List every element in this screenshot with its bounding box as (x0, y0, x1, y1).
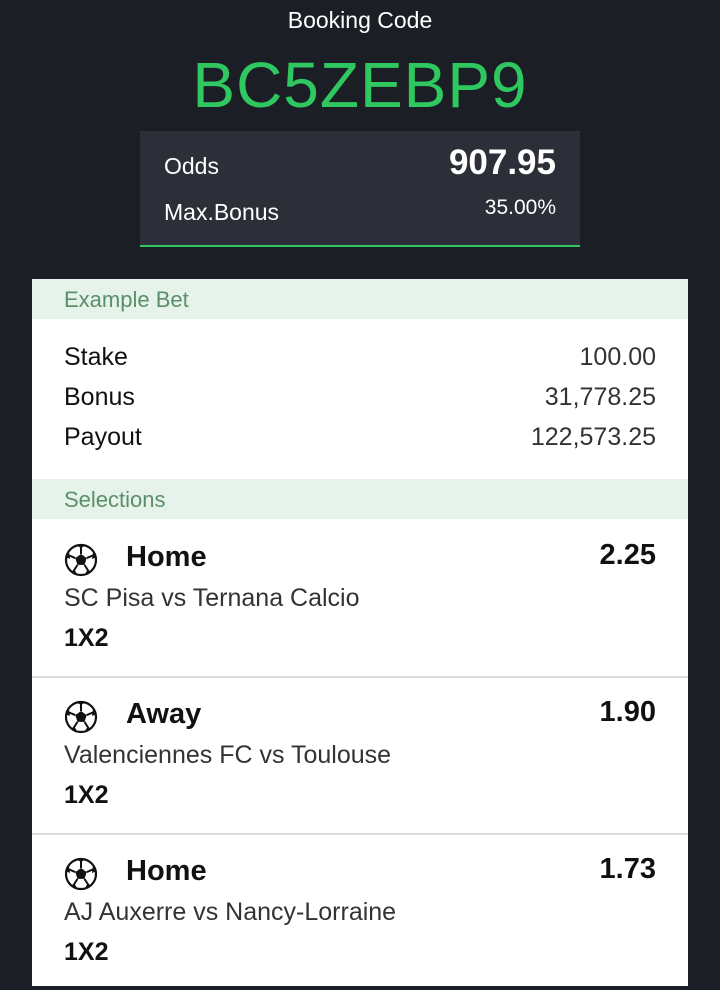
soccer-ball-icon (64, 700, 98, 734)
bonus-value: 31,778.25 (544, 383, 656, 411)
max-bonus-value: 35.00% (484, 196, 556, 219)
payout-value: 122,573.25 (530, 423, 656, 451)
selection-item[interactable]: Home 2.25 SC Pisa vs Ternana Calcio 1X2 (32, 519, 688, 678)
selection-item[interactable]: Home 1.73 AJ Auxerre vs Nancy-Lorraine 1… (32, 833, 688, 990)
selection-pick: Home (126, 855, 207, 887)
stake-row: Stake 100.00 (64, 343, 656, 383)
selections-title: Selections (64, 487, 166, 512)
bonus-row: Bonus 31,778.25 (64, 383, 656, 423)
booking-code-value[interactable]: BC5ZEBP9 (0, 47, 720, 123)
selection-match: AJ Auxerre vs Nancy-Lorraine (64, 898, 397, 926)
soccer-ball-icon (64, 543, 98, 577)
payout-row: Payout 122,573.25 (64, 423, 656, 463)
selection-match: SC Pisa vs Ternana Calcio (64, 584, 360, 612)
selection-market: 1X2 (64, 624, 109, 652)
selection-market: 1X2 (64, 938, 109, 966)
soccer-ball-icon (64, 857, 98, 891)
booking-code-label: Booking Code (287, 7, 433, 33)
payout-label: Payout (64, 423, 142, 451)
selection-market: 1X2 (64, 781, 109, 809)
selection-odds: 1.90 (599, 696, 656, 728)
example-bet-title: Example Bet (64, 287, 189, 312)
odds-summary-box: Odds 907.95 Max.Bonus 35.00% (140, 131, 580, 247)
selection-match: Valenciennes FC vs Toulouse (64, 741, 392, 769)
selection-pick: Away (126, 698, 202, 730)
max-bonus-label: Max.Bonus (164, 199, 280, 225)
selection-item[interactable]: Away 1.90 Valenciennes FC vs Toulouse 1X… (32, 676, 688, 835)
bonus-label: Bonus (64, 383, 135, 411)
odds-label: Odds (164, 153, 219, 179)
stake-label: Stake (64, 343, 128, 371)
example-bet-header: Example Bet (32, 279, 688, 319)
selection-odds: 2.25 (599, 539, 656, 571)
odds-value: 907.95 (448, 143, 556, 182)
selection-odds: 1.73 (599, 853, 656, 885)
bet-details-card: Example Bet Stake 100.00 Bonus 31,778.25… (32, 279, 688, 986)
stake-value: 100.00 (579, 343, 656, 371)
selections-header: Selections (32, 479, 688, 519)
selection-pick: Home (126, 541, 207, 573)
